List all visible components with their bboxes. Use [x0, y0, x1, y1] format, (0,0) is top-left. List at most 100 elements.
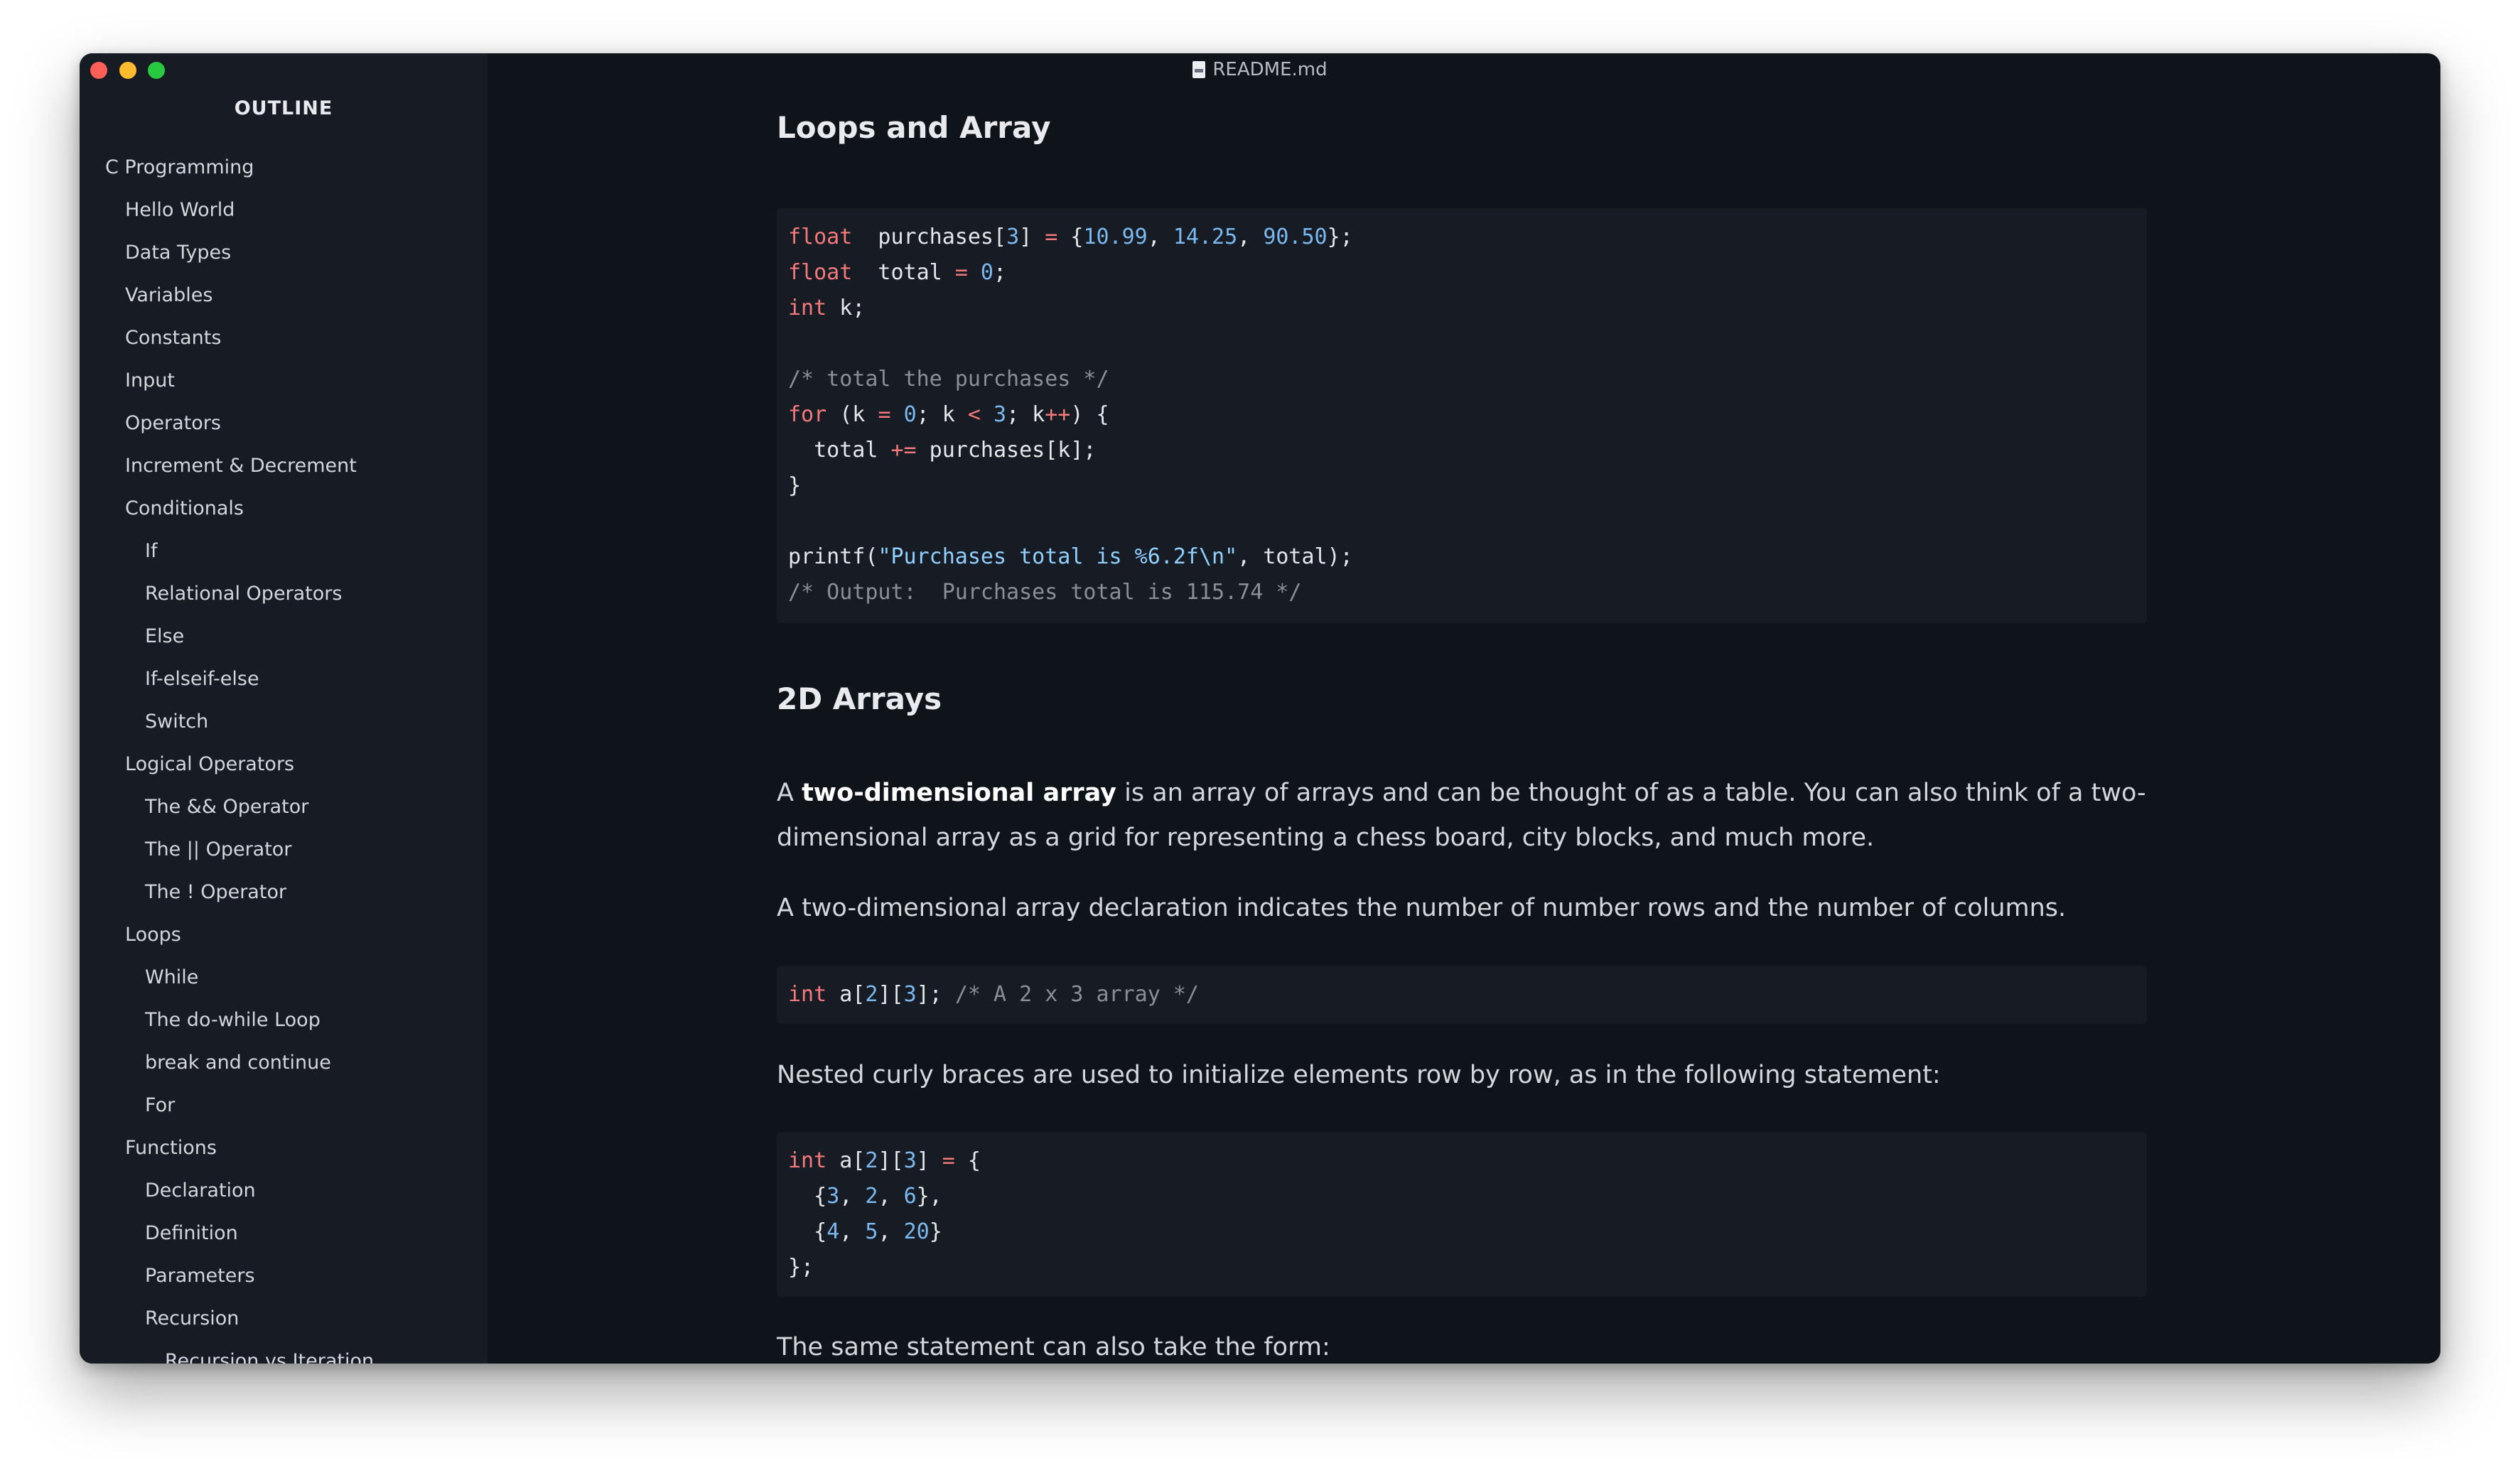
document-content[interactable]: Loops and Array float purchases[3] = {10… [488, 53, 2440, 1364]
code-token: (k [826, 402, 878, 427]
paragraph-nested-braces: Nested curly braces are used to initiali… [777, 1061, 1941, 1089]
code-token: a[ [826, 982, 866, 1007]
code-token: , [1147, 225, 1173, 249]
outline-item[interactable]: Data Types [80, 232, 488, 274]
outline-item[interactable]: Logical Operators [80, 743, 488, 786]
code-line: } [788, 468, 2136, 504]
code-token: 3 [826, 1184, 840, 1209]
code-line: int a[2][3]; /* A 2 x 3 array */ [788, 977, 2136, 1013]
code-line: int k; [788, 291, 2136, 326]
code-token: , [878, 1184, 904, 1209]
code-token: 2 [865, 1148, 878, 1173]
outline-heading: OUTLINE [234, 97, 333, 119]
code-token: ] [916, 1148, 942, 1173]
code-token: = [954, 260, 968, 285]
code-token: purchases[ [852, 225, 1007, 249]
code-line: {4, 5, 20} [788, 1214, 2136, 1250]
outline-item[interactable]: If [80, 530, 488, 573]
code-line: {3, 2, 6}, [788, 1179, 2136, 1214]
outline-item[interactable]: If-elseif-else [80, 658, 488, 701]
code-token: ]; [916, 982, 955, 1007]
outline-item[interactable]: Relational Operators [80, 573, 488, 615]
outline-item[interactable]: Functions [80, 1127, 488, 1170]
code-token: printf( [788, 544, 878, 569]
code-token: ] [1019, 225, 1045, 249]
code-token: /* Output: Purchases total is 115.74 */ [788, 580, 1302, 605]
outline-item[interactable]: Parameters [80, 1255, 488, 1297]
outline-item[interactable]: Constants [80, 317, 488, 360]
code-token: }; [1327, 225, 1353, 249]
code-token: for [788, 402, 827, 427]
code-token: 90.50 [1263, 225, 1328, 249]
outline-item[interactable]: Recursion vs Iteration [80, 1340, 488, 1364]
code-token: 10.99 [1083, 225, 1148, 249]
outline-item[interactable]: Loops [80, 914, 488, 956]
code-token: = [878, 402, 891, 427]
outline-item[interactable]: Recursion [80, 1297, 488, 1340]
outline-item[interactable]: The && Operator [80, 786, 488, 829]
outline-item[interactable]: C Programming [80, 146, 488, 189]
code-token: 6 [903, 1184, 917, 1209]
code-token: 14.25 [1173, 225, 1238, 249]
markdown-file-icon [1192, 61, 1206, 78]
outline-item[interactable]: The ! Operator [80, 871, 488, 914]
outline-item[interactable]: break and continue [80, 1042, 488, 1084]
code-token: ) { [1070, 402, 1109, 427]
code-token: /* A 2 x 3 array */ [954, 982, 1199, 1007]
code-line: /* total the purchases */ [788, 362, 2136, 397]
code-token: 2 [865, 982, 878, 1007]
outline-item[interactable]: Operators [80, 402, 488, 445]
outline-item[interactable]: For [80, 1084, 488, 1127]
code-token: { [954, 1148, 981, 1173]
code-token: total [852, 260, 955, 285]
paragraph-declaration: A two-dimensional array declaration indi… [777, 894, 2067, 922]
code-token: , [839, 1219, 866, 1244]
code-block-loops[interactable]: float purchases[3] = {10.99, 14.25, 90.5… [777, 208, 2147, 623]
code-token: k; [826, 296, 866, 320]
paragraph-same-statement: The same statement can also take the for… [777, 1333, 1330, 1361]
heading-loops-and-array: Loops and Array [777, 110, 1051, 145]
code-token: 3 [903, 1148, 917, 1173]
code-token: float [788, 225, 853, 249]
code-line: float purchases[3] = {10.99, 14.25, 90.5… [788, 220, 2136, 255]
code-token: int [788, 982, 827, 1007]
code-line: printf("Purchases total is %6.2f\n", tot… [788, 539, 2136, 575]
outline-item[interactable]: Conditionals [80, 487, 488, 530]
code-token: 20 [903, 1219, 930, 1244]
code-token: } [929, 1219, 942, 1244]
outline-item[interactable]: Else [80, 615, 488, 658]
code-token: a[ [826, 1148, 866, 1173]
outline-item[interactable]: Hello World [80, 189, 488, 232]
code-token: 2 [865, 1184, 878, 1209]
outline-item[interactable]: The || Operator [80, 829, 488, 871]
outline-item[interactable]: While [80, 956, 488, 999]
outline-item[interactable]: Definition [80, 1212, 488, 1255]
outline-item[interactable]: Increment & Decrement [80, 445, 488, 487]
code-token: }, [916, 1184, 942, 1209]
outline-item[interactable]: Switch [80, 701, 488, 743]
code-block-declaration[interactable]: int a[2][3]; /* A 2 x 3 array */ [777, 966, 2147, 1024]
outline-item[interactable]: Declaration [80, 1170, 488, 1212]
outline-item[interactable]: The do-while Loop [80, 999, 488, 1042]
code-token: 4 [826, 1219, 840, 1244]
code-token: { [788, 1184, 827, 1209]
code-token: { [1057, 225, 1084, 249]
title-bar[interactable]: README.md [80, 53, 2440, 86]
code-token: 3 [1006, 225, 1020, 249]
code-token: purchases[k]; [916, 438, 1097, 463]
code-block-initialization[interactable]: int a[2][3] = { {3, 2, 6}, {4, 5, 20}}; [777, 1132, 2147, 1297]
para1-bold: two-dimensional array [802, 779, 1116, 807]
code-token: , [1237, 225, 1264, 249]
code-token: } [788, 473, 802, 498]
code-token: , [878, 1219, 904, 1244]
code-token: }; [788, 1255, 814, 1280]
outline-item[interactable]: Input [80, 360, 488, 402]
outline-item[interactable]: Variables [80, 274, 488, 317]
code-token: float [788, 260, 853, 285]
code-line: }; [788, 1250, 2136, 1285]
code-token: += [890, 438, 917, 463]
